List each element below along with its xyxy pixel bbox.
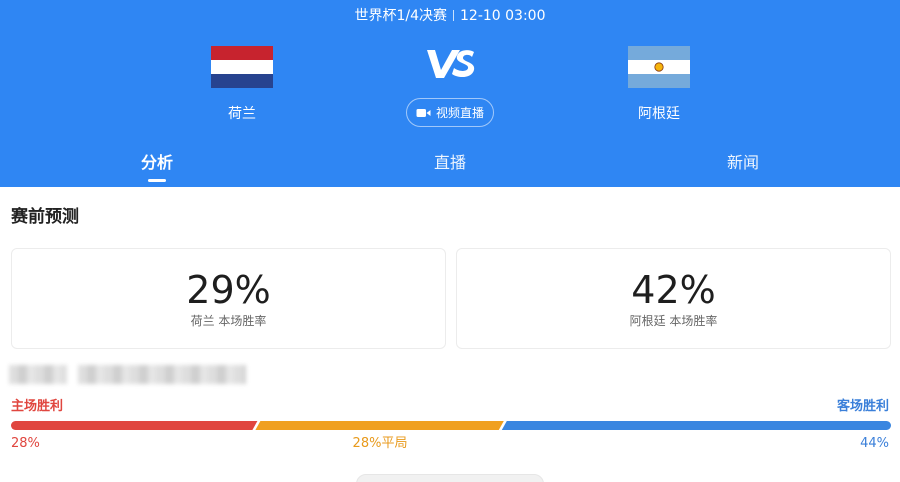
blurred-content <box>9 365 67 384</box>
draw-segment <box>255 421 504 430</box>
home-team-name[interactable]: 荷兰 <box>172 104 312 124</box>
away-win-rate-label: 阿根廷 本场胜率 <box>629 314 718 328</box>
match-title: 世界杯1/4决赛 <box>354 8 448 24</box>
argentina-flag-icon <box>628 46 690 88</box>
away-team-name[interactable]: 阿根廷 <box>589 104 729 124</box>
home-win-percent: 28% <box>11 436 40 451</box>
vs-logo <box>427 50 475 78</box>
video-camera-icon <box>416 108 431 117</box>
draw-percent: 28%平局 <box>352 436 408 451</box>
away-win-prediction-card: 42% 阿根廷 本场胜率 <box>456 248 891 349</box>
home-win-prediction-card: 29% 荷兰 本场胜率 <box>11 248 446 349</box>
home-win-rate: 29% <box>186 268 271 312</box>
video-live-button[interactable]: 视频直播 <box>406 98 494 127</box>
tab-analysis[interactable]: 分析 <box>97 152 217 174</box>
blurred-content <box>78 365 246 384</box>
prediction-section-title: 赛前预测 <box>11 207 79 227</box>
away-win-label: 客场胜利 <box>836 399 889 414</box>
tab-bar: 分析 直播 新闻 <box>0 146 900 186</box>
tab-live[interactable]: 直播 <box>390 152 510 174</box>
home-win-rate-label: 荷兰 本场胜率 <box>190 314 267 328</box>
home-win-label: 主场胜利 <box>11 399 64 414</box>
bottom-button[interactable] <box>356 474 544 482</box>
tab-news[interactable]: 新闻 <box>683 152 803 174</box>
match-header: 世界杯1/4决赛 12-10 03:00 荷兰 视频直播 阿根廷 分析 直播 新闻 <box>0 0 900 187</box>
away-win-percent: 44% <box>860 436 889 451</box>
outcome-probability-bar <box>11 421 891 430</box>
away-win-segment <box>501 421 891 430</box>
active-tab-indicator <box>148 179 166 182</box>
match-time: 12-10 03:00 <box>460 8 546 24</box>
away-win-rate: 42% <box>631 268 716 312</box>
video-live-label: 视频直播 <box>435 106 484 120</box>
match-info: 世界杯1/4决赛 12-10 03:00 <box>0 6 900 26</box>
title-divider <box>453 10 455 21</box>
home-win-segment <box>11 421 258 430</box>
netherlands-flag-icon <box>211 46 273 88</box>
